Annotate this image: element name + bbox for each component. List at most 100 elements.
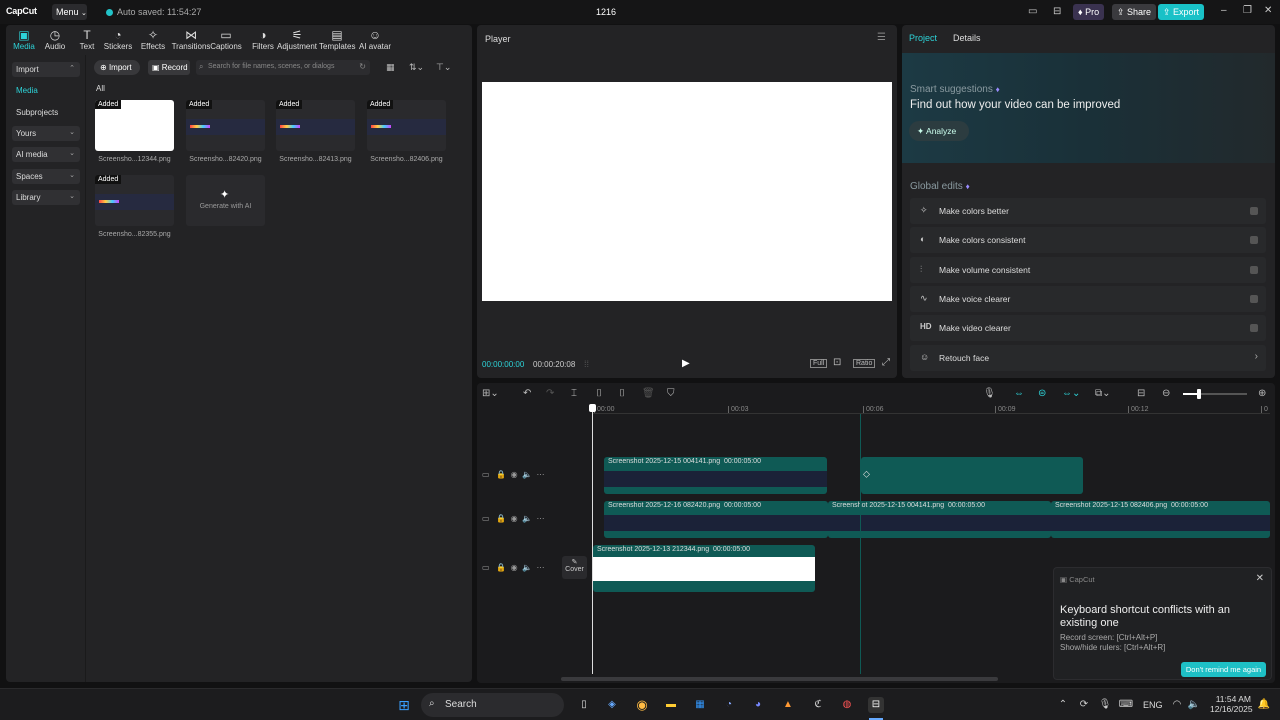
global-edit-item[interactable]: ◐ Make colors consistent xyxy=(910,227,1266,254)
layout-icon[interactable]: ▭ xyxy=(1028,6,1037,17)
store-icon[interactable]: ▦ xyxy=(692,697,708,713)
global-edit-item[interactable]: ∿ Make voice clearer xyxy=(910,285,1266,312)
tab-adjustment[interactable]: ⚟ Adjustment xyxy=(276,28,318,51)
view-toggle-icon[interactable]: ▦ xyxy=(386,62,395,73)
app-icon[interactable]: ℭ xyxy=(810,697,826,713)
file-icon[interactable]: ▯ xyxy=(576,697,592,713)
taskbar-search[interactable]: ⌕ Search xyxy=(421,693,564,717)
media-thumbnail[interactable]: Added xyxy=(367,100,446,151)
tab-effects[interactable]: ✧ Effects xyxy=(135,28,171,51)
timeline-clip-placeholder[interactable] xyxy=(861,457,1083,494)
full-quality-button[interactable]: Full xyxy=(810,359,828,368)
more-icon[interactable]: ⋯ xyxy=(537,470,545,479)
sidebar-item-spaces[interactable]: Spaces ⌄ xyxy=(12,169,80,184)
minimize-icon[interactable]: – xyxy=(1221,5,1227,16)
filter-all[interactable]: All xyxy=(96,84,105,93)
refresh-icon[interactable]: ↻ xyxy=(359,62,366,71)
track-icon[interactable]: ▭ xyxy=(482,470,490,479)
lock-icon[interactable]: 🔒 xyxy=(496,514,506,523)
export-button[interactable]: ⇪ Export xyxy=(1158,4,1205,20)
more-icon[interactable]: ⋯ xyxy=(537,514,545,523)
steam-icon[interactable]: ◔ xyxy=(721,697,737,713)
zoom-out-icon[interactable]: ⊖ xyxy=(1162,388,1170,399)
lock-icon[interactable]: 🔒 xyxy=(496,563,506,572)
sidebar-item-library[interactable]: Library ⌄ xyxy=(12,190,80,205)
shortcut-icon[interactable]: ⊟ xyxy=(1053,6,1061,17)
timeline-clip-main[interactable]: Screenshot 2025-12-13 212344.png 00:00:0… xyxy=(593,545,815,592)
share-button[interactable]: ⇪ Share xyxy=(1112,4,1157,20)
tab-project[interactable]: Project xyxy=(909,33,937,43)
close-icon[interactable]: ✕ xyxy=(1264,5,1272,16)
toggle-checkbox[interactable] xyxy=(1250,207,1258,215)
folder-icon[interactable]: ▬ xyxy=(663,697,679,713)
microphone-icon[interactable]: 🎙 xyxy=(1097,697,1113,713)
playhead[interactable] xyxy=(592,406,593,674)
project-title[interactable]: 1216 xyxy=(596,7,616,17)
sync-icon[interactable]: ⟳ xyxy=(1076,697,1092,713)
close-icon[interactable]: ✕ xyxy=(1256,573,1264,584)
speaker-icon[interactable]: 🔈 xyxy=(522,514,532,523)
pro-button[interactable]: ♦ Pro xyxy=(1073,4,1105,20)
speaker-icon[interactable]: 🔈 xyxy=(522,563,532,572)
chevron-up-icon[interactable]: ⌃ xyxy=(1055,697,1071,713)
zoom-slider[interactable] xyxy=(1183,389,1247,399)
split-right-icon[interactable]: ⌷ xyxy=(619,388,625,399)
filter-icon[interactable]: ⊤⌄ xyxy=(436,62,451,73)
analyze-button[interactable]: ✦ Analyze xyxy=(909,121,969,141)
track-icon[interactable]: ▭ xyxy=(482,514,490,523)
maximize-icon[interactable]: ❐ xyxy=(1243,5,1252,16)
chrome-icon[interactable]: ◉ xyxy=(634,697,650,713)
record-button[interactable]: ▣ Record xyxy=(148,60,190,75)
media-thumbnail[interactable]: Added xyxy=(95,175,174,226)
app-icon[interactable]: ▲ xyxy=(780,697,796,713)
microphone-icon[interactable]: 🎙 xyxy=(983,388,996,399)
timeline-clip[interactable]: Screenshot 2025-12-15 004141.png 00:00:0… xyxy=(828,501,1051,538)
tab-details[interactable]: Details xyxy=(953,33,981,43)
windows-start-icon[interactable]: ⊞ xyxy=(396,697,412,713)
clock[interactable]: 11:54 AM 12/16/2025 xyxy=(1210,694,1253,714)
tab-captions[interactable]: ▭ Captions xyxy=(208,28,244,51)
timeline-clip[interactable]: Screenshot 2025-12-16 082420.png 00:00:0… xyxy=(604,501,828,538)
more-icon[interactable]: ⋯ xyxy=(537,563,545,572)
language-indicator[interactable]: ENG xyxy=(1143,700,1163,710)
eye-icon[interactable]: ◉ xyxy=(511,470,518,479)
link-icon[interactable]: ⇔ xyxy=(1014,388,1024,399)
hamburger-icon[interactable]: ☰ xyxy=(877,32,886,43)
global-edit-item[interactable]: ☺ Retouch face › xyxy=(910,344,1266,371)
volume-icon[interactable]: 🔈 xyxy=(1186,697,1202,713)
snap-icon[interactable]: ⇔⌄ xyxy=(1062,388,1080,399)
import-button[interactable]: ⊕ Import xyxy=(94,60,140,75)
sidebar-item-media[interactable]: Media xyxy=(12,83,80,98)
split-icon[interactable]: ⌶ xyxy=(571,388,577,399)
speaker-icon[interactable]: 🔈 xyxy=(522,470,532,479)
eye-icon[interactable]: ◉ xyxy=(511,514,518,523)
media-search-input[interactable]: ⌕ Search for file names, scenes, or dialo… xyxy=(196,60,370,75)
delete-icon[interactable]: 🗑 xyxy=(642,388,655,399)
app-icon[interactable]: ◍ xyxy=(839,697,855,713)
ratio-button[interactable]: Ratio xyxy=(853,359,876,368)
preview-canvas[interactable] xyxy=(482,82,892,301)
media-thumbnail[interactable]: Added xyxy=(276,100,355,151)
snapshot-icon[interactable]: ⊡ xyxy=(833,357,841,368)
timeline-clip[interactable]: Screenshot 2025-12-15 082406.png 00:00:0… xyxy=(1051,501,1270,538)
dont-remind-button[interactable]: Don't remind me again xyxy=(1181,662,1266,677)
playhead-handle[interactable] xyxy=(589,404,596,412)
tab-audio[interactable]: ◷ Audio xyxy=(37,28,73,51)
redo-icon[interactable]: ↷ xyxy=(546,388,554,399)
generate-with-ai-button[interactable]: ✦ Generate with AI xyxy=(186,175,265,226)
zoom-slider-thumb[interactable] xyxy=(1197,389,1201,399)
tab-transitions[interactable]: ⋈ Transitions xyxy=(170,28,212,51)
fullscreen-icon[interactable]: ⤢ xyxy=(882,357,890,368)
undo-icon[interactable]: ↶ xyxy=(523,388,531,399)
sidebar-item-yours[interactable]: Yours ⌄ xyxy=(12,126,80,141)
split-left-icon[interactable]: ⌷ xyxy=(596,388,602,399)
magnet-icon[interactable]: ⊜ xyxy=(1038,388,1046,399)
tab-ai-avatar[interactable]: ☺ AI avatar xyxy=(357,28,393,51)
timeline-clip[interactable]: Screenshot 2025-12-15 004141.png 00:00:0… xyxy=(604,457,827,494)
tab-templates[interactable]: ▤ Templates xyxy=(319,28,355,51)
caption-icon[interactable]: ⊟ xyxy=(1137,388,1145,399)
eye-icon[interactable]: ◉ xyxy=(511,563,518,572)
copilot-icon[interactable]: ◈ xyxy=(604,697,620,713)
global-edit-item[interactable]: ✧ Make colors better xyxy=(910,198,1266,224)
cover-button[interactable]: ✎ Cover xyxy=(562,556,587,579)
